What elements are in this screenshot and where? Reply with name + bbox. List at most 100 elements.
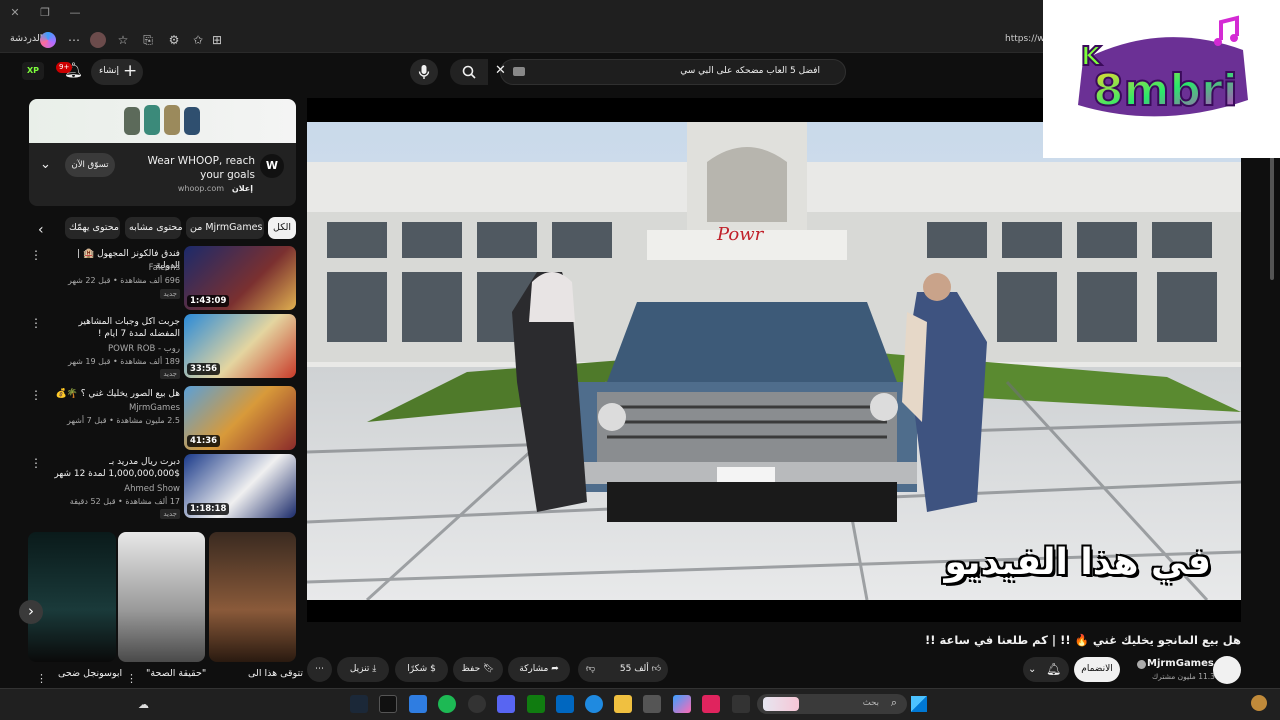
channel-name[interactable]: روب - POWR ROB bbox=[108, 344, 180, 354]
short-thumbnail[interactable] bbox=[118, 532, 205, 662]
restore-window-icon[interactable]: ❐ bbox=[37, 5, 53, 21]
profile-avatar[interactable] bbox=[90, 32, 106, 48]
search-placeholder: بحث bbox=[862, 698, 879, 708]
favorites-icon[interactable]: ☆ bbox=[115, 32, 131, 48]
band-image bbox=[144, 105, 160, 135]
xp-badge-icon[interactable]: XP bbox=[22, 62, 44, 80]
search-input[interactable]: ✕ افضل 5 العاب مضحكه على البي سي bbox=[495, 59, 846, 85]
bell-icon: 🔔︎ bbox=[1046, 662, 1062, 676]
related-video[interactable]: 41:36 هل بيع الصور يخليك غني ؟ 🌴💰 MjrmGa… bbox=[28, 386, 298, 450]
channel-avatar[interactable] bbox=[1213, 656, 1241, 684]
clear-search-icon[interactable]: ✕ bbox=[495, 63, 506, 78]
more-options-icon[interactable]: ⋮ bbox=[30, 248, 42, 262]
dislike-button[interactable]: 👎︎ bbox=[586, 657, 595, 682]
close-window-icon[interactable]: ✕ bbox=[7, 5, 23, 21]
weather-icon[interactable]: ☁ bbox=[138, 698, 149, 711]
ad-title[interactable]: Wear WHOOP, reach your goals bbox=[129, 154, 255, 182]
short-more-options-icon[interactable]: ⋮ bbox=[126, 672, 137, 685]
microphone-icon bbox=[418, 65, 430, 79]
channel-name[interactable]: Falcons bbox=[149, 263, 180, 273]
short-title[interactable]: تتوقى هذا الى bbox=[248, 668, 303, 679]
channel-name[interactable]: Ahmed Show bbox=[124, 484, 180, 494]
discord-icon[interactable] bbox=[497, 695, 515, 713]
ad-card[interactable]: W Wear WHOOP, reach your goals whoop.com… bbox=[29, 99, 296, 206]
video-title[interactable]: جربت اكل وجبات المشاهير المفضله لمدة 7 ا… bbox=[50, 316, 180, 340]
save-button[interactable]: حفظ 🔖︎ bbox=[453, 657, 503, 682]
building-sign: Powr bbox=[716, 224, 765, 245]
add-favorite-icon[interactable]: ✩ bbox=[190, 32, 206, 48]
short-title[interactable]: "حقيقة الصحة" bbox=[146, 668, 206, 679]
edge-icon[interactable] bbox=[585, 695, 603, 713]
app-icon[interactable] bbox=[702, 695, 720, 713]
chip-all[interactable]: الكل bbox=[268, 217, 296, 239]
more-options-icon[interactable]: ⋮ bbox=[30, 388, 42, 402]
more-options-icon[interactable]: ⋮ bbox=[30, 456, 42, 470]
video-title[interactable]: هل بيع الصور يخليك غني ؟ 🌴💰 bbox=[50, 388, 181, 400]
extensions-icon[interactable]: ⚙ bbox=[166, 32, 182, 48]
like-button[interactable]: 55 ألف 👍︎ bbox=[613, 657, 668, 682]
copilot-taskbar-icon[interactable] bbox=[673, 695, 691, 713]
channel-name[interactable]: MjrmGames bbox=[1147, 658, 1214, 669]
chevron-down-icon: ⌄ bbox=[1028, 664, 1037, 675]
save-label: حفظ bbox=[461, 664, 481, 674]
chip-for-you[interactable]: محتوى يهمّك bbox=[65, 217, 120, 239]
windows-start-icon[interactable] bbox=[911, 696, 927, 712]
create-button[interactable]: + إنشاء bbox=[91, 59, 143, 85]
short-title[interactable]: ابوسونجل ضحى bbox=[58, 668, 122, 679]
share-button[interactable]: مشاركة ➦ bbox=[508, 657, 570, 682]
create-label: إنشاء bbox=[99, 66, 120, 76]
file-explorer-icon[interactable] bbox=[614, 695, 632, 713]
steam-icon[interactable] bbox=[350, 695, 368, 713]
video-thumbnail[interactable]: 33:56 bbox=[184, 314, 296, 378]
subscribed-button[interactable]: 🔔︎ ⌄ bbox=[1023, 657, 1069, 682]
split-screen-icon[interactable]: ⊞ bbox=[209, 32, 225, 48]
app-icon[interactable] bbox=[732, 695, 750, 713]
tiktok-icon[interactable] bbox=[379, 695, 397, 713]
like-count: 55 ألف bbox=[619, 664, 649, 674]
voice-search-button[interactable] bbox=[410, 59, 438, 85]
expand-ad-icon[interactable]: ⌄ bbox=[40, 157, 51, 172]
chip-from-channel[interactable]: من MjrmGames bbox=[186, 217, 264, 239]
video-frame[interactable]: Powr 6025 LEA في هذا الفيديو bbox=[307, 122, 1241, 600]
video-title[interactable]: دبرت ريال مدريد بـ $1,000,000,000 لمدة 1… bbox=[50, 456, 180, 480]
url-text[interactable]: https://w bbox=[1005, 34, 1045, 44]
store-icon[interactable] bbox=[556, 695, 574, 713]
xbox-icon[interactable] bbox=[527, 695, 545, 713]
ad-banner-image bbox=[29, 99, 296, 143]
copilot-tab-label[interactable]: الدردشة bbox=[10, 33, 42, 44]
duration-badge: 1:43:09 bbox=[187, 295, 230, 307]
related-video[interactable]: 1:43:09 فندق فالكونز المجهول 🏨 | الدولية… bbox=[28, 246, 298, 310]
related-video[interactable]: 1:18:18 دبرت ريال مدريد بـ $1,000,000,00… bbox=[28, 454, 298, 519]
short-thumbnail[interactable] bbox=[209, 532, 296, 662]
search-highlight-image bbox=[763, 697, 799, 711]
chip-related[interactable]: محتوى مشابه bbox=[125, 217, 183, 239]
join-button[interactable]: الانضمام bbox=[1074, 657, 1120, 682]
related-video[interactable]: 33:56 جربت اكل وجبات المشاهير المفضله لم… bbox=[28, 314, 298, 379]
collections-icon[interactable]: ⎘ bbox=[140, 32, 156, 48]
spotify-icon[interactable] bbox=[438, 695, 456, 713]
app-icon[interactable] bbox=[409, 695, 427, 713]
more-actions-button[interactable]: ⋯ bbox=[307, 657, 332, 682]
video-thumbnail[interactable]: 41:36 bbox=[184, 386, 296, 450]
minimize-window-icon[interactable]: — bbox=[67, 5, 83, 21]
short-more-options-icon[interactable]: ⋮ bbox=[36, 672, 47, 685]
keyboard-icon[interactable] bbox=[513, 67, 525, 76]
user-avatar[interactable] bbox=[1251, 695, 1267, 711]
more-icon[interactable]: ⋯ bbox=[66, 32, 82, 48]
taskbar-search-input[interactable]: بحث ⌕ bbox=[757, 694, 907, 714]
channel-name[interactable]: MjrmGames bbox=[129, 403, 180, 413]
shorts-scroll-left-icon[interactable]: › bbox=[19, 600, 43, 624]
thanks-label: شكرًا bbox=[407, 664, 428, 674]
chatgpt-icon[interactable] bbox=[468, 695, 486, 713]
video-thumbnail[interactable]: 1:43:09 bbox=[184, 246, 296, 310]
more-options-icon[interactable]: ⋮ bbox=[30, 316, 42, 330]
ad-cta-button[interactable]: تسوّق الآن bbox=[65, 153, 115, 177]
video-thumbnail[interactable]: 1:18:18 bbox=[184, 454, 296, 518]
chips-scroll-left-icon[interactable]: ‹ bbox=[38, 222, 44, 238]
short-thumbnail[interactable] bbox=[28, 532, 116, 662]
mail-icon[interactable] bbox=[643, 695, 661, 713]
search-button[interactable] bbox=[450, 59, 488, 85]
download-button[interactable]: تنزيل ⤓ bbox=[337, 657, 389, 682]
copilot-icon[interactable] bbox=[40, 32, 56, 48]
thanks-button[interactable]: شكرًا $ bbox=[395, 657, 448, 682]
